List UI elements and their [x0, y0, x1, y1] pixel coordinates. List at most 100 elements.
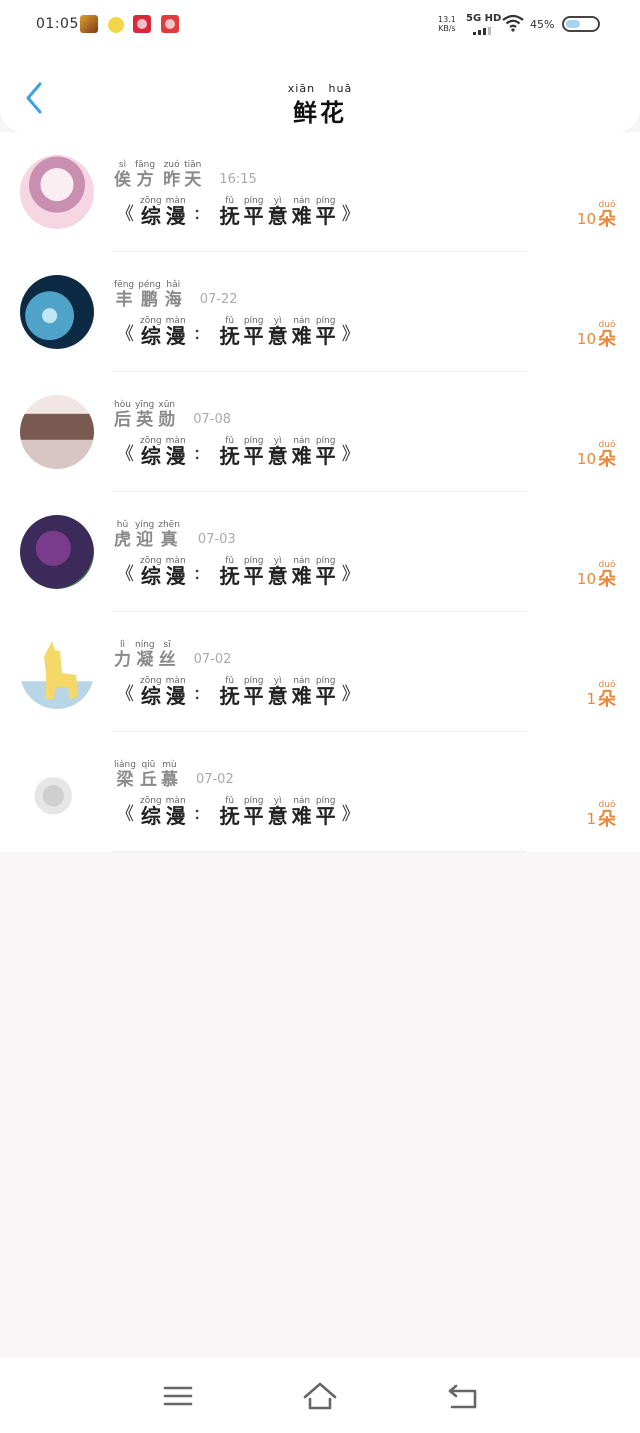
- pinyin: zhēn: [158, 520, 180, 530]
- flower-count-number: 10: [576, 330, 596, 348]
- nav-back-button[interactable]: [444, 1378, 480, 1414]
- pinyin: hòu: [114, 400, 131, 410]
- hanzi: 难: [291, 684, 312, 708]
- gift-list: sì 俟 fāng 方 zuó 昨 tiān 天 16:15 《 zōng 综 màn 漫： fǔ 抚 pín…: [0, 132, 640, 852]
- book-title-char: píng 平: [244, 676, 264, 706]
- hanzi: 方: [136, 170, 154, 190]
- hanzi: 综: [140, 204, 161, 228]
- hanzi: 综: [140, 804, 161, 828]
- row-divider: [112, 851, 526, 852]
- back-button[interactable]: [20, 78, 50, 118]
- gift-time: 07-02: [195, 772, 234, 787]
- hanzi: 平: [315, 564, 336, 588]
- hanzi: 朵: [598, 329, 616, 350]
- book-title: 《 zōng 综 màn 漫： fǔ 抚 píng 平 yì 意 nán 难 píng 平》: [116, 436, 360, 470]
- flower-unit: duǒ 朵: [598, 800, 616, 830]
- book-title-char: màn 漫: [166, 436, 186, 466]
- back-icon: [448, 1384, 477, 1409]
- pinyin: sī: [163, 640, 171, 650]
- close-quote: 》: [341, 324, 360, 345]
- wifi-icon: [502, 14, 524, 32]
- book-title-char: zōng 综: [140, 316, 162, 346]
- hanzi: 抚: [219, 204, 240, 228]
- pinyin: péng: [138, 280, 161, 290]
- hanzi: 抚: [219, 324, 240, 348]
- hanzi: 平: [243, 444, 264, 468]
- sender-name: hǔ 虎 yíng 迎 zhēn 真 07-03: [114, 520, 236, 550]
- list-item[interactable]: hǔ 虎 yíng 迎 zhēn 真 07-03 《 zōng 综 màn 漫： fǔ 抚 píng 平 yì 意…: [0, 492, 640, 612]
- flower-count: 1 duǒ 朵: [586, 800, 616, 830]
- menu-button[interactable]: [160, 1378, 196, 1414]
- sender-name: hòu 后 yīng 英 xūn 勋 07-08: [114, 400, 231, 430]
- close-quote: 》: [341, 684, 360, 705]
- portrait-photo-avatar[interactable]: [20, 395, 94, 469]
- book-title-char: fǔ 抚: [220, 796, 240, 826]
- home-icon: [303, 1382, 337, 1410]
- hanzi: 朵: [598, 449, 616, 470]
- flower-count: 10 duǒ 朵: [577, 200, 616, 230]
- book-title: 《 zōng 综 màn 漫： fǔ 抚 píng 平 yì 意 nán 难 píng 平》: [116, 676, 360, 710]
- anime-girl-avatar[interactable]: [20, 155, 94, 229]
- gift-time: 07-03: [197, 532, 236, 547]
- hanzi: 平: [243, 324, 264, 348]
- hanzi: 朵: [598, 689, 616, 710]
- sender-name: liáng 梁 qiū 丘 mù 慕 07-02: [114, 760, 234, 790]
- book-title-char: yì 意: [268, 796, 288, 826]
- balloons-avatar[interactable]: [20, 515, 94, 589]
- list-item[interactable]: hòu 后 yīng 英 xūn 勋 07-08 《 zōng 综 màn 漫： fǔ 抚 píng 平 yì 意…: [0, 372, 640, 492]
- faded-sketch-avatar[interactable]: [20, 755, 94, 829]
- book-title: 《 zōng 综 màn 漫： fǔ 抚 píng 平 yì 意 nán 难 píng 平》: [116, 796, 360, 830]
- pinyin: lì: [119, 640, 125, 650]
- hanzi: 平: [243, 564, 264, 588]
- flower-count-number: 10: [576, 570, 596, 588]
- hanzi: 抚: [219, 684, 240, 708]
- title-colon: ：: [193, 207, 208, 223]
- flower-count: 10 duǒ 朵: [577, 440, 616, 470]
- status-time: 01:05: [36, 16, 79, 32]
- book-title-char: màn 漫: [166, 676, 186, 706]
- hanzi: 综: [140, 684, 161, 708]
- title-char-1: 鲜: [293, 99, 320, 127]
- hanzi: 平: [315, 804, 336, 828]
- hanzi: 综: [140, 444, 161, 468]
- book-title-char: píng 平: [316, 676, 336, 706]
- list-item[interactable]: fēng 丰 péng 鹏 hǎi 海 07-22 《 zōng 综 màn 漫： fǔ 抚 píng 平 yì…: [0, 252, 640, 372]
- sender-name-char: níng 凝: [135, 640, 155, 670]
- book-title-char: nán 难: [292, 316, 312, 346]
- close-quote: 》: [341, 444, 360, 465]
- hanzi: 难: [291, 204, 312, 228]
- book-title-char: fǔ 抚: [220, 316, 240, 346]
- hanzi: 梁: [116, 770, 134, 790]
- book-title-char: fǔ 抚: [220, 436, 240, 466]
- title-colon: ：: [193, 447, 208, 463]
- home-button[interactable]: [302, 1378, 338, 1414]
- hanzi: 鹏: [140, 290, 158, 310]
- pinyin: mù: [162, 760, 177, 770]
- gift-time: 07-08: [193, 412, 232, 427]
- sender-name-char: zhēn 真: [158, 520, 180, 550]
- pinyin: liáng: [114, 760, 136, 770]
- book-title-char: zōng 综: [140, 196, 162, 226]
- open-quote: 《: [116, 684, 134, 705]
- list-item[interactable]: lì 力 níng 凝 sī 丝 07-02 《 zōng 综 màn 漫： fǔ 抚 píng 平 yì 意 ná…: [0, 612, 640, 732]
- status-bar: 01:05 13.1 KB/s 5G HD 45%: [0, 0, 640, 50]
- sender-name: lì 力 níng 凝 sī 丝 07-02: [114, 640, 231, 670]
- list-item[interactable]: sì 俟 fāng 方 zuó 昨 tiān 天 16:15 《 zōng 综 màn 漫： fǔ 抚 pín…: [0, 132, 640, 252]
- ocean-planet-avatar[interactable]: [20, 275, 94, 349]
- hanzi: 勋: [158, 410, 176, 430]
- network-speed-value: 13.1: [438, 15, 456, 24]
- hanzi: 慕: [160, 770, 178, 790]
- hanzi: 朵: [598, 809, 616, 830]
- book-title-char: nán 难: [292, 796, 312, 826]
- alpaca-cartoon-avatar[interactable]: [20, 635, 94, 709]
- hanzi: 平: [243, 684, 264, 708]
- flower-unit: duǒ 朵: [598, 560, 616, 590]
- book-title-char: zōng 综: [140, 556, 162, 586]
- list-item[interactable]: liáng 梁 qiū 丘 mù 慕 07-02 《 zōng 综 màn 漫： fǔ 抚 píng 平 yì 意…: [0, 732, 640, 852]
- network-type: 5G HD: [466, 13, 502, 24]
- open-quote: 《: [116, 204, 134, 225]
- pinyin: xūn: [158, 400, 176, 410]
- hanzi: 平: [315, 204, 336, 228]
- gift-time: 07-02: [193, 652, 232, 667]
- hanzi: 力: [114, 650, 131, 670]
